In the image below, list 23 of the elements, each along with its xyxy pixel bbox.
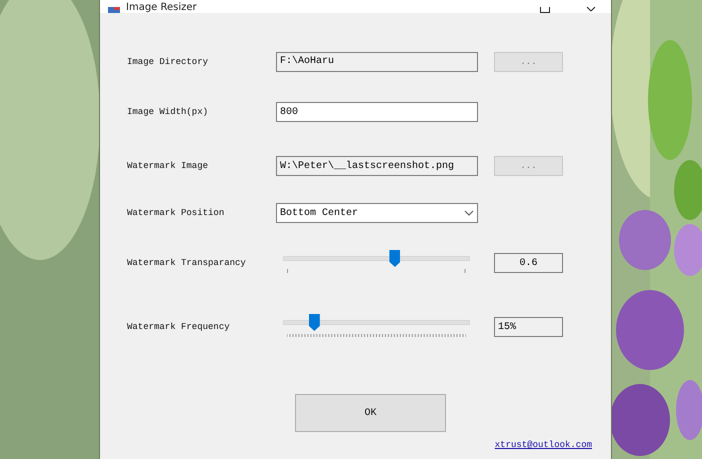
field-label: Image Directory <box>127 56 210 66</box>
field-label: Watermark Position <box>127 208 226 218</box>
browse-button[interactable]: ... <box>494 52 563 72</box>
field-label: Watermark Frequency <box>127 322 231 332</box>
close-icon <box>586 7 596 13</box>
email-link[interactable]: xtrust@outlook.com <box>494 440 592 450</box>
window-title: Image Resizer <box>126 2 197 13</box>
app-icon <box>108 7 120 13</box>
field-label: Watermark Transparancy <box>127 258 247 268</box>
value-field[interactable]: 15% <box>494 317 563 337</box>
browse-button[interactable]: ... <box>494 156 563 176</box>
field-label: Watermark Image <box>127 161 210 171</box>
maximize-icon <box>540 7 550 13</box>
path-field[interactable]: W:\Peter\__lastscreenshot.png <box>276 156 478 176</box>
slider-thumb[interactable] <box>389 250 400 267</box>
value-field[interactable]: 0.6 <box>494 253 563 273</box>
path-field[interactable]: F:\AoHaru <box>276 52 478 72</box>
slider-thumb[interactable] <box>308 314 320 331</box>
ok-button[interactable]: OK <box>295 394 446 432</box>
width-field[interactable]: 800 <box>276 102 478 122</box>
field-label: Image Width(px) <box>127 107 210 117</box>
chevron-down-icon <box>464 210 474 216</box>
position-dropdown[interactable]: Bottom Center <box>276 203 478 223</box>
